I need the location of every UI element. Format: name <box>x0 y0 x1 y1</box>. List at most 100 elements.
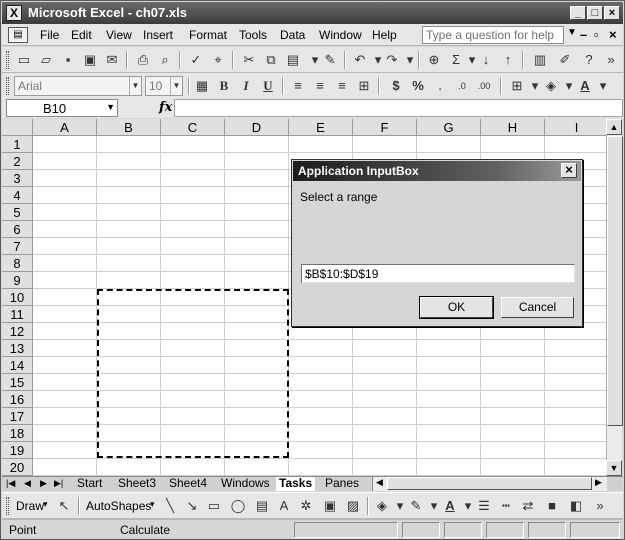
column-header[interactable]: C <box>161 119 225 136</box>
chevron-down-icon[interactable]: ▾ <box>43 499 48 510</box>
help-icon[interactable]: ? <box>579 50 599 70</box>
font-color-icon[interactable]: A <box>440 496 460 516</box>
row-header[interactable]: 13 <box>2 340 33 357</box>
currency-icon[interactable]: $ <box>386 76 406 96</box>
font-name-select[interactable]: Arial ▼ <box>14 76 142 96</box>
row-header[interactable]: 9 <box>2 272 33 289</box>
help-dropdown-icon[interactable]: ▼ <box>567 27 577 38</box>
row-header[interactable]: 14 <box>2 357 33 374</box>
row-header[interactable]: 4 <box>2 187 33 204</box>
toolbar-grip[interactable] <box>6 51 9 69</box>
menu-view[interactable]: View <box>106 28 132 42</box>
drawing-icon[interactable]: ✐ <box>555 50 575 70</box>
tab-tasks[interactable]: Tasks <box>276 477 316 491</box>
prev-sheet-icon[interactable]: ◀ <box>24 478 31 489</box>
column-header[interactable]: H <box>481 119 545 136</box>
row-header[interactable]: 15 <box>2 374 33 391</box>
paste-icon[interactable]: ▤ <box>283 50 303 70</box>
menu-window[interactable]: Window <box>319 28 362 42</box>
research-icon[interactable]: ⌖ <box>208 50 228 70</box>
minimize-button[interactable]: _ <box>570 6 586 20</box>
font-color-dropdown-icon[interactable]: ▾ <box>593 76 613 96</box>
row-header[interactable]: 12 <box>2 323 33 340</box>
toolbar-options-icon[interactable]: » <box>590 496 610 516</box>
row-header[interactable]: 5 <box>2 204 33 221</box>
research-icon[interactable]: ▦ <box>192 76 212 96</box>
column-header[interactable]: B <box>97 119 161 136</box>
percent-icon[interactable]: % <box>408 76 428 96</box>
tab-windows[interactable]: Windows <box>218 477 273 491</box>
row-header[interactable]: 19 <box>2 442 33 459</box>
text-box-icon[interactable]: ▤ <box>252 496 272 516</box>
print-preview-icon[interactable]: ⌕ <box>155 50 175 70</box>
chevron-down-icon[interactable]: ▼ <box>170 77 182 95</box>
spelling-icon[interactable]: ✓ <box>186 50 206 70</box>
next-sheet-icon[interactable]: ▶ <box>40 478 47 489</box>
menu-insert[interactable]: Insert <box>143 28 173 42</box>
copy-icon[interactable]: ⧉ <box>261 50 281 70</box>
menu-tools[interactable]: Tools <box>239 28 267 42</box>
new-icon[interactable]: ▭ <box>14 50 34 70</box>
toolbar-options-icon[interactable]: » <box>601 50 621 70</box>
column-header[interactable]: E <box>289 119 353 136</box>
scroll-up-icon[interactable]: ▲ <box>606 119 622 135</box>
tab-start[interactable]: Start <box>74 477 105 491</box>
arrow-icon[interactable]: ↘ <box>182 496 202 516</box>
doc-minimize-button[interactable]: – <box>580 27 587 42</box>
ok-button[interactable]: OK <box>419 296 494 319</box>
comma-style-icon[interactable]: , <box>430 76 450 96</box>
excel-icon[interactable]: X <box>6 5 22 21</box>
cancel-button[interactable]: Cancel <box>501 297 574 318</box>
menu-data[interactable]: Data <box>280 28 305 42</box>
redo-icon[interactable]: ↷ <box>382 50 402 70</box>
menu-format[interactable]: Format <box>189 28 227 42</box>
redo-dropdown-icon[interactable]: ▾ <box>400 50 420 70</box>
doc-restore-button[interactable]: ▫ <box>594 27 599 42</box>
chevron-down-icon[interactable]: ▾ <box>150 499 155 510</box>
format-painter-icon[interactable]: ✎ <box>320 50 340 70</box>
line-color-icon[interactable]: ✎ <box>406 496 426 516</box>
horizontal-scrollbar[interactable]: ◀ ▶ <box>372 477 607 491</box>
row-header[interactable]: 10 <box>2 289 33 306</box>
arrow-style-icon[interactable]: ⇄ <box>518 496 538 516</box>
row-header[interactable]: 20 <box>2 459 33 476</box>
fill-color-icon[interactable]: ◈ <box>372 496 392 516</box>
borders-icon[interactable]: ⊞ <box>507 76 527 96</box>
decrease-decimal-icon[interactable]: .00 <box>474 76 494 96</box>
sort-descending-icon[interactable]: ↑ <box>498 50 518 70</box>
clip-art-icon[interactable]: ▣ <box>320 496 340 516</box>
horizontal-scroll-thumb[interactable] <box>387 477 592 490</box>
scroll-down-icon[interactable]: ▼ <box>606 460 622 476</box>
rectangle-icon[interactable]: ▭ <box>204 496 224 516</box>
help-search-input[interactable]: Type a question for help <box>422 26 564 44</box>
close-button[interactable]: × <box>604 6 620 20</box>
email-icon[interactable]: ✉ <box>102 50 122 70</box>
select-all-corner[interactable] <box>2 119 33 136</box>
italic-icon[interactable]: I <box>236 76 256 96</box>
dialog-title[interactable]: Application InputBox × <box>293 161 581 181</box>
picture-icon[interactable]: ▨ <box>343 496 363 516</box>
underline-icon[interactable]: U <box>258 76 278 96</box>
last-sheet-icon[interactable]: ▶| <box>54 478 63 489</box>
row-header[interactable]: 17 <box>2 408 33 425</box>
scroll-right-icon[interactable]: ▶ <box>595 477 602 488</box>
row-header[interactable]: 3 <box>2 170 33 187</box>
toolbar-grip[interactable] <box>6 77 9 95</box>
insert-function-icon[interactable]: fx <box>159 100 172 115</box>
3d-style-icon[interactable]: ◧ <box>566 496 586 516</box>
vertical-scroll-thumb[interactable] <box>607 136 623 426</box>
sort-ascending-icon[interactable]: ↓ <box>476 50 496 70</box>
row-header[interactable]: 8 <box>2 255 33 272</box>
row-header[interactable]: 1 <box>2 136 33 153</box>
row-header[interactable]: 2 <box>2 153 33 170</box>
row-header[interactable]: 6 <box>2 221 33 238</box>
tab-sheet3[interactable]: Sheet3 <box>115 477 159 491</box>
first-sheet-icon[interactable]: |◀ <box>6 478 15 489</box>
chart-wizard-icon[interactable]: ▥ <box>530 50 550 70</box>
undo-icon[interactable]: ↶ <box>350 50 370 70</box>
tab-sheet4[interactable]: Sheet4 <box>166 477 210 491</box>
doc-close-button[interactable]: × <box>609 27 617 42</box>
row-header[interactable]: 7 <box>2 238 33 255</box>
oval-icon[interactable]: ◯ <box>228 496 248 516</box>
close-icon[interactable]: × <box>561 163 577 178</box>
